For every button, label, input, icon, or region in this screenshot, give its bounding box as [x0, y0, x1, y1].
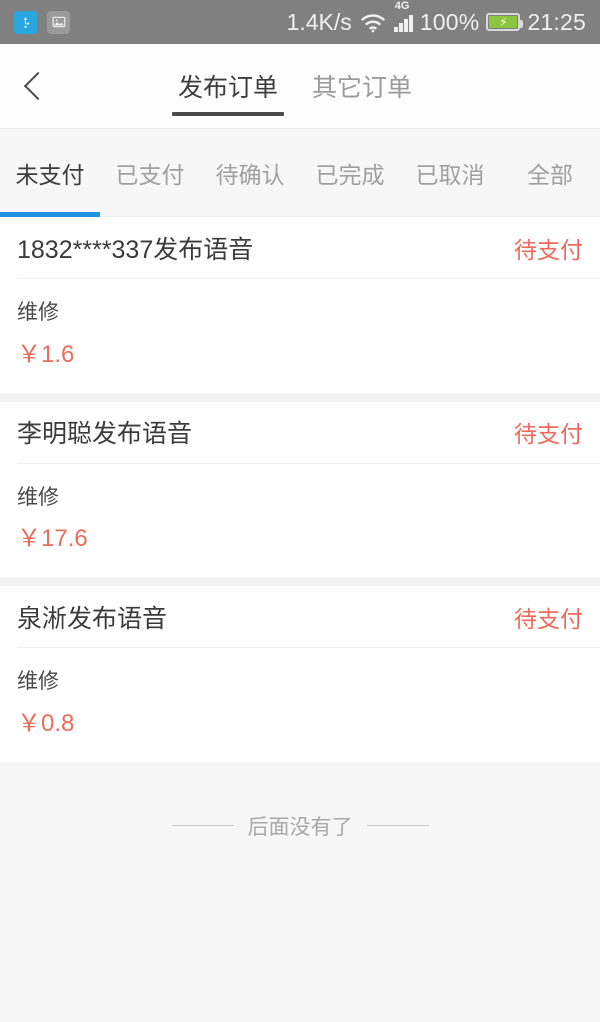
order-status-badge: 待支付 [514, 605, 583, 632]
filter-tab-unpaid-label: 未支付 [15, 161, 85, 188]
order-status-badge: 待支付 [514, 421, 583, 447]
order-title: 1832****337发布语音 [17, 235, 254, 264]
order-card-header: 李明聪发布语音 待支付 [17, 402, 600, 464]
order-title: 李明聪发布语音 [17, 420, 193, 448]
page-background-filler [0, 840, 600, 1022]
filter-tab-all[interactable]: 全部 [500, 129, 600, 217]
back-button[interactable] [0, 44, 70, 129]
network-type-label: 4G [394, 0, 410, 12]
order-card-header: 1832****337发布语音 待支付 [17, 217, 600, 279]
filter-tab-cancelled-label: 已取消 [415, 161, 485, 188]
filter-tab-all-label: 全部 [527, 161, 573, 188]
filter-tab-completed[interactable]: 已完成 [300, 129, 400, 217]
divider-line-right [366, 825, 429, 826]
cellular-signal-icon: 4G [393, 0, 413, 32]
divider-line-left [171, 825, 234, 826]
order-card-body: 维修 ￥1.6 [17, 279, 583, 393]
filter-tab-pending-confirm[interactable]: 待确认 [200, 129, 300, 217]
order-card-header: 泉淅发布语音 待支付 [17, 586, 600, 648]
filter-tab-completed-label: 已完成 [315, 161, 385, 188]
filter-tab-cancelled[interactable]: 已取消 [400, 129, 500, 217]
list-end-footer: 后面没有了 [0, 770, 600, 841]
order-list: 1832****337发布语音 待支付 维修 ￥1.6 李明聪发布语音 待支付 … [0, 217, 600, 762]
filter-tab-paid-label: 已支付 [115, 161, 185, 188]
tab-published-orders-label: 发布订单 [178, 73, 279, 102]
filter-tab-pending-confirm-label: 待确认 [215, 161, 285, 188]
tab-other-orders-label: 其它订单 [312, 73, 413, 102]
order-price: ￥17.6 [17, 525, 88, 552]
usb-icon [14, 10, 37, 34]
order-category: 维修 [17, 670, 59, 693]
order-category: 维修 [17, 301, 59, 324]
order-card[interactable]: 泉淅发布语音 待支付 维修 ￥0.8 [0, 586, 600, 762]
list-end-text: 后面没有了 [247, 815, 353, 839]
status-bar-left-icons [14, 10, 70, 34]
header-tab-group: 发布订单 其它订单 [171, 43, 416, 128]
order-card-body: 维修 ￥0.8 [17, 648, 583, 762]
order-status-filter-bar: 未支付 已支付 待确认 已完成 已取消 全部 [0, 129, 600, 217]
clock-text: 21:25 [527, 8, 586, 35]
screenshot-image-icon [47, 10, 70, 34]
order-title: 泉淅发布语音 [17, 604, 168, 633]
order-price: ￥1.6 [17, 340, 75, 368]
order-price: ￥0.8 [17, 709, 75, 737]
order-card[interactable]: 李明聪发布语音 待支付 维修 ￥17.6 [0, 401, 600, 578]
order-status-badge: 待支付 [514, 236, 583, 263]
order-category: 维修 [17, 485, 59, 509]
battery-charging-icon: ⚡ [486, 13, 524, 31]
battery-percent-text: 100% [419, 8, 480, 35]
tab-other-orders[interactable]: 其它订单 [308, 43, 416, 128]
filter-tab-unpaid[interactable]: 未支付 [0, 129, 100, 217]
status-bar-right-indicators: 1.4K/s 4G 100% ⚡ 21:25 [286, 0, 586, 36]
wifi-icon [359, 11, 387, 33]
order-card[interactable]: 1832****337发布语音 待支付 维修 ￥1.6 [0, 217, 600, 393]
order-card-body: 维修 ￥17.6 [17, 464, 583, 578]
status-bar: 1.4K/s 4G 100% ⚡ 21:25 [0, 0, 600, 44]
filter-tab-paid[interactable]: 已支付 [100, 129, 200, 217]
network-speed-text: 1.4K/s [286, 8, 352, 35]
chevron-left-icon [23, 71, 53, 101]
tab-published-orders[interactable]: 发布订单 [171, 43, 285, 128]
app-header: 发布订单 其它订单 [0, 44, 600, 129]
